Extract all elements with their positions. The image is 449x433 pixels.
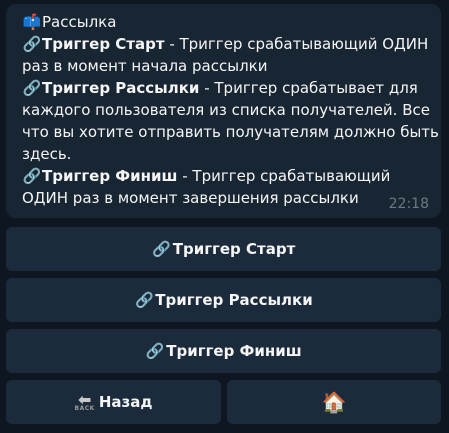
link-icon: 🔗 xyxy=(22,35,42,53)
link-icon: 🔗 xyxy=(152,240,172,258)
link-icon: 🔗 xyxy=(22,79,42,97)
message-time: 22:18 xyxy=(388,196,429,212)
trigger-start-title: Триггер Старт xyxy=(42,35,165,53)
message-bubble: 📫Рассылка 🔗Триггер Старт - Триггер сраба… xyxy=(6,4,441,218)
trigger-mailing-title: Триггер Рассылки xyxy=(42,79,200,97)
back-arrow-icon: ⬅ BACK xyxy=(74,390,95,412)
trigger-mailing-button-label: Триггер Рассылки xyxy=(155,291,313,309)
message-title: Рассылка xyxy=(42,13,117,31)
trigger-finish-button[interactable]: 🔗 Триггер Финиш xyxy=(6,329,441,373)
link-icon: 🔗 xyxy=(134,291,154,309)
trigger-start-desc: - Триггер срабатывающий ОДИН xyxy=(164,35,429,53)
trigger-finish-title: Триггер Финиш xyxy=(42,167,178,185)
trigger-start-button[interactable]: 🔗 Триггер Старт xyxy=(6,227,441,271)
home-button[interactable]: 🏠 xyxy=(227,380,441,424)
trigger-finish-line: 🔗Триггер Финиш - Триггер срабатывающий xyxy=(22,165,431,187)
back-button[interactable]: ⬅ BACK Назад xyxy=(6,380,221,424)
message-header: 📫Рассылка xyxy=(22,11,431,33)
trigger-mailing-desc-cont-3: здесь. xyxy=(22,145,72,163)
house-icon: 🏠 xyxy=(321,390,347,414)
trigger-finish-button-label: Триггер Финиш xyxy=(166,342,302,360)
back-button-label: Назад xyxy=(98,393,153,411)
trigger-mailing-button[interactable]: 🔗 Триггер Рассылки xyxy=(6,278,441,322)
trigger-mailing-line: 🔗Триггер Рассылки - Триггер срабатывает … xyxy=(22,77,431,99)
trigger-mailing-desc: - Триггер срабатывает для xyxy=(199,79,418,97)
trigger-mailing-desc-cont-1: каждого пользователя из списка получател… xyxy=(22,101,430,119)
trigger-start-desc-cont: раз в момент начала рассылки xyxy=(22,57,268,75)
trigger-start-button-label: Триггер Старт xyxy=(172,240,296,258)
trigger-mailing-desc-cont-2: что вы хотите отправить получателям долж… xyxy=(22,123,439,141)
trigger-finish-desc-cont: ОДИН раз в момент завершения рассылки xyxy=(22,189,359,207)
link-icon: 🔗 xyxy=(145,342,165,360)
trigger-finish-desc: - Триггер срабатывающий xyxy=(177,167,391,185)
link-icon: 🔗 xyxy=(22,167,42,185)
trigger-start-line: 🔗Триггер Старт - Триггер срабатывающий О… xyxy=(22,33,431,55)
mailbox-icon: 📫 xyxy=(22,13,42,31)
